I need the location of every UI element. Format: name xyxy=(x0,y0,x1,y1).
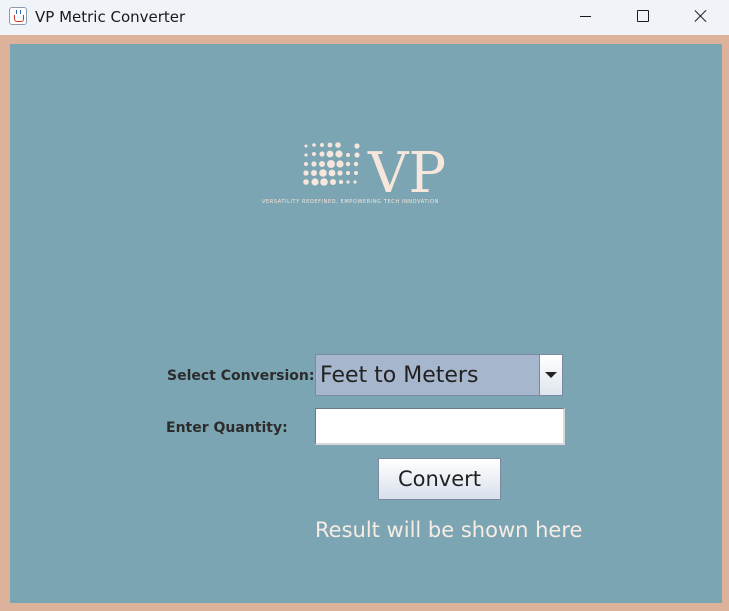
java-cup-icon xyxy=(9,7,27,25)
conversion-label: Select Conversion: xyxy=(167,368,315,384)
minimize-button[interactable] xyxy=(556,0,614,32)
app-window: VP Metric Converter VP VERSATILITY REDEF… xyxy=(0,0,729,611)
result-label: Result will be shown here xyxy=(315,518,583,542)
close-icon xyxy=(694,9,708,23)
logo-tagline: VERSATILITY REDEFINED, EMPOWERING TECH I… xyxy=(262,199,440,205)
window-title: VP Metric Converter xyxy=(35,8,186,26)
minimize-icon xyxy=(579,15,591,17)
vp-logo: VP xyxy=(303,141,446,206)
quantity-input[interactable] xyxy=(315,408,565,445)
maximize-icon xyxy=(637,10,649,22)
conversion-select[interactable]: Feet to Meters xyxy=(315,354,563,396)
conversion-selected-value: Feet to Meters xyxy=(320,362,479,388)
convert-button[interactable]: Convert xyxy=(378,458,501,500)
dropdown-arrow-button[interactable] xyxy=(539,355,562,395)
quantity-label: Enter Quantity: xyxy=(166,420,288,436)
dot-grid-icon xyxy=(303,142,360,186)
chevron-down-icon xyxy=(545,372,557,378)
close-button[interactable] xyxy=(672,0,729,32)
logo-text: VP xyxy=(367,141,446,206)
title-bar[interactable]: VP Metric Converter xyxy=(0,0,729,35)
maximize-button[interactable] xyxy=(614,0,672,32)
main-panel: VP VERSATILITY REDEFINED, EMPOWERING TEC… xyxy=(10,44,722,603)
